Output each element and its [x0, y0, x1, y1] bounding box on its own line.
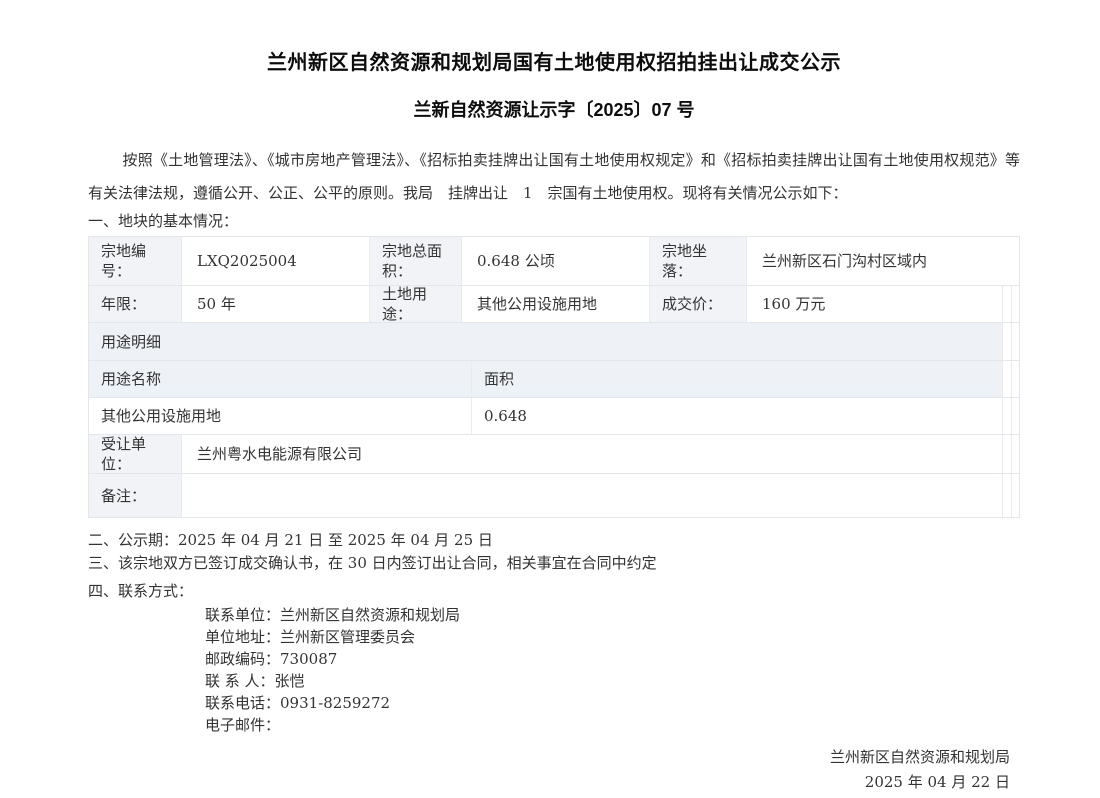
table-edge-strip	[1002, 323, 1011, 360]
parcel-number-label: 宗地编号：	[89, 237, 181, 285]
contact-postcode-value: 730087	[280, 650, 338, 668]
table-edge-strip	[1002, 361, 1011, 397]
location-value: 兰州新区石门沟村区域内	[746, 237, 1019, 285]
table-edge-strip	[1002, 398, 1011, 434]
contact-address-value: 兰州新区管理委员会	[280, 628, 416, 646]
assignee-value: 兰州粤水电能源有限公司	[181, 435, 1002, 473]
contact-unit-label: 联系单位：	[205, 606, 281, 624]
remark-value	[181, 474, 1002, 517]
contact-block: 联系单位：兰州新区自然资源和规划局 单位地址：兰州新区管理委员会 邮政编码：73…	[205, 604, 1020, 736]
table-edge-strip	[1002, 286, 1011, 322]
table-edge-strip	[1002, 474, 1011, 517]
usage-item-name: 其他公用设施用地	[101, 407, 222, 425]
usage-item-area: 0.648	[471, 398, 1002, 434]
signature-block: 兰州新区自然资源和规划局 2025 年 04 月 22 日	[88, 745, 1020, 795]
location-label: 宗地坐落：	[649, 237, 746, 285]
table-edge-strip	[1011, 398, 1019, 434]
usage-detail-header: 用途明细	[89, 323, 1002, 360]
table-row-parcel-basic-2: 年限： 50 年 土地用途： 其他公用设施用地 成交价： 160 万元	[89, 285, 1019, 322]
contact-heading: 四、联系方式：	[88, 582, 194, 600]
page-title: 兰州新区自然资源和规划局国有土地使用权招拍挂出让成交公示	[267, 52, 841, 74]
publicity-period-line: 二、公示期：2025 年 04 月 21 日 至 2025 年 04 月 25 …	[88, 531, 493, 549]
usage-name-column-header: 用途名称	[89, 361, 471, 397]
land-use-value: 其他公用设施用地	[461, 286, 649, 322]
table-edge-strip	[1011, 474, 1019, 517]
assignee-label: 受让单位：	[89, 435, 181, 473]
deal-price-label: 成交价：	[649, 286, 746, 322]
parcel-number-value: LXQ2025004	[181, 237, 369, 285]
term-label: 年限：	[89, 286, 181, 322]
contact-email-label: 电子邮件：	[205, 716, 281, 734]
contact-email-line: 电子邮件：	[205, 714, 1020, 736]
table-edge-strip	[1011, 361, 1019, 397]
deal-price-value: 160 万元	[746, 286, 1002, 322]
lower-sections: 二、公示期：2025 年 04 月 21 日 至 2025 年 04 月 25 …	[88, 529, 1020, 795]
contact-person-label: 联 系 人：	[205, 672, 275, 690]
contact-unit-line: 联系单位：兰州新区自然资源和规划局	[205, 604, 1020, 626]
table-row-remark: 备注：	[89, 473, 1019, 517]
table-row-usage-columns: 用途名称 面积	[89, 360, 1019, 397]
table-edge-strip	[1011, 286, 1019, 322]
table-row-usage-item: 其他公用设施用地 0.648	[89, 397, 1019, 434]
contact-address-line: 单位地址：兰州新区管理委员会	[205, 626, 1020, 648]
announcement-page: 兰州新区自然资源和规划局国有土地使用权招拍挂出让成交公示 兰新自然资源让示字〔2…	[0, 0, 1100, 798]
issue-date: 2025 年 04 月 22 日	[864, 773, 1010, 791]
contact-phone-label: 联系电话：	[205, 694, 281, 712]
contact-unit-value: 兰州新区自然资源和规划局	[280, 606, 461, 624]
usage-area-column-header: 面积	[471, 361, 1002, 397]
section1-heading: 一、地块的基本情况：	[88, 212, 239, 230]
table-edge-strip	[1011, 323, 1019, 360]
document-number: 兰新自然资源让示字〔2025〕07 号	[413, 100, 695, 120]
table-row-assignee: 受让单位： 兰州粤水电能源有限公司	[89, 434, 1019, 473]
contact-person-line: 联 系 人：张恺	[205, 670, 1020, 692]
term-value: 50 年	[181, 286, 369, 322]
issuer-name: 兰州新区自然资源和规划局	[829, 748, 1010, 766]
land-use-label: 土地用途：	[369, 286, 461, 322]
table-edge-strip	[1002, 435, 1011, 473]
table-row-parcel-basic-1: 宗地编号： LXQ2025004 宗地总面积： 0.648 公顷 宗地坐落： 兰…	[89, 237, 1019, 285]
remark-label: 备注：	[89, 474, 181, 517]
intro-paragraph: 按照《土地管理法》、《城市房地产管理法》、《招标拍卖挂牌出让国有土地使用权规定》…	[88, 151, 1020, 202]
table-edge-strip	[1011, 435, 1019, 473]
contact-phone-line: 联系电话：0931-8259272	[205, 692, 1020, 714]
total-area-value: 0.648 公顷	[461, 237, 649, 285]
total-area-label: 宗地总面积：	[369, 237, 461, 285]
contact-postcode-label: 邮政编码：	[205, 650, 281, 668]
parcel-table: 宗地编号： LXQ2025004 宗地总面积： 0.648 公顷 宗地坐落： 兰…	[88, 236, 1020, 518]
contact-person-value: 张恺	[274, 672, 305, 690]
table-row-usage-header: 用途明细	[89, 322, 1019, 360]
contact-phone-value: 0931-8259272	[280, 694, 391, 712]
contact-postcode-line: 邮政编码：730087	[205, 648, 1020, 670]
page-content: 兰州新区自然资源和规划局国有土地使用权招拍挂出让成交公示 兰新自然资源让示字〔2…	[0, 46, 1100, 795]
confirmation-line: 三、该宗地双方已签订成交确认书，在 30 日内签订出让合同，相关事宜在合同中约定	[88, 554, 657, 572]
contact-address-label: 单位地址：	[205, 628, 281, 646]
